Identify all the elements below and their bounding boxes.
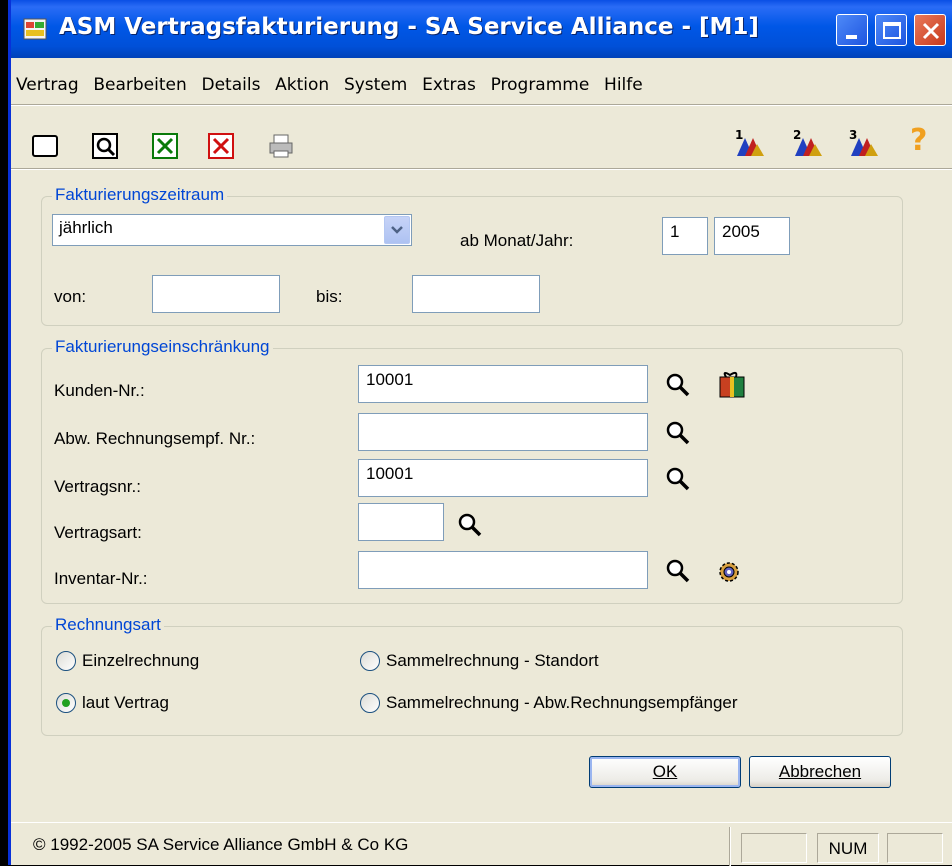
menu-extras[interactable]: Extras <box>417 70 481 100</box>
period-legend: Fakturierungszeitraum <box>52 185 228 205</box>
window-title: ASM Vertragsfakturierung - SA Service Al… <box>59 14 759 40</box>
vertragsnr-input[interactable]: 10001 <box>358 459 648 497</box>
radio-sammel-abw[interactable] <box>360 693 380 713</box>
menu-bearbeiten[interactable]: Bearbeiten <box>88 70 191 100</box>
svg-text:3: 3 <box>849 128 857 142</box>
menu-hilfe[interactable]: Hilfe <box>599 70 648 100</box>
svg-text:2: 2 <box>793 128 801 142</box>
kunden-label: Kunden-Nr.: <box>54 381 145 400</box>
menu-bar: Vertrag Bearbeiten Details Aktion System… <box>11 70 952 100</box>
chevron-down-icon[interactable] <box>384 216 410 244</box>
copyright-text: © 1992-2005 SA Service Alliance GmbH & C… <box>33 835 409 854</box>
ok-label: OK <box>652 762 678 781</box>
status-bar: © 1992-2005 SA Service Alliance GmbH & C… <box>11 822 952 866</box>
step2-icon[interactable]: 2 <box>791 126 825 160</box>
menu-vertrag[interactable]: Vertrag <box>11 70 84 100</box>
radio-laut-vertrag[interactable] <box>56 693 76 713</box>
bis-input[interactable] <box>412 275 540 313</box>
ok-button[interactable]: OK <box>589 756 741 788</box>
abw-input[interactable] <box>358 413 648 451</box>
einzelrechnung-label[interactable]: Einzelrechnung <box>82 651 199 671</box>
inventar-search-icon[interactable] <box>664 557 692 585</box>
preview-icon[interactable] <box>91 132 119 160</box>
vertragsnr-search-icon[interactable] <box>664 465 692 493</box>
customer-gift-icon[interactable] <box>718 369 746 398</box>
toolbar-divider <box>11 168 952 170</box>
cancel-label: Abbrechen <box>778 762 862 781</box>
status-panel-3 <box>887 833 943 863</box>
status-panel-1 <box>741 833 807 863</box>
period-group: Fakturierungszeitraum jährlich ab Monat/… <box>41 185 903 326</box>
cancel-button[interactable]: Abbrechen <box>749 756 891 788</box>
kunden-search-icon[interactable] <box>664 371 692 399</box>
bis-label: bis: <box>316 287 343 306</box>
excel-icon[interactable] <box>151 132 179 160</box>
app-icon <box>23 16 49 42</box>
vertragsnr-label: Vertragsnr.: <box>54 477 141 496</box>
vertragsart-search-icon[interactable] <box>456 511 484 539</box>
invoice-type-legend: Rechnungsart <box>52 615 164 635</box>
vertragsart-input[interactable] <box>358 503 444 541</box>
menu-programme[interactable]: Programme <box>486 70 595 100</box>
step3-icon[interactable]: 3 <box>847 126 881 160</box>
menu-aktion[interactable]: Aktion <box>270 70 334 100</box>
status-num: NUM <box>817 833 879 863</box>
radio-sammel-standort[interactable] <box>360 651 380 671</box>
help-icon[interactable]: ? <box>907 122 933 158</box>
year-input[interactable]: 2005 <box>714 217 790 255</box>
inventar-input[interactable] <box>358 551 648 589</box>
vertragsart-label: Vertragsart: <box>54 523 142 542</box>
kunden-input[interactable]: 10001 <box>358 365 648 403</box>
von-label: von: <box>54 287 87 306</box>
minimize-button[interactable] <box>836 14 868 46</box>
delete-icon[interactable] <box>207 132 235 160</box>
step1-icon[interactable]: 1 <box>733 126 767 160</box>
inventory-gear-icon[interactable] <box>716 559 744 587</box>
abw-search-icon[interactable] <box>664 419 692 447</box>
restriction-group: Fakturierungseinschränkung Kunden-Nr.: 1… <box>41 337 903 604</box>
ab-monat-jahr-label: ab Monat/Jahr: <box>460 231 574 250</box>
month-input[interactable]: 1 <box>662 217 708 255</box>
title-bar[interactable]: ASM Vertragsfakturierung - SA Service Al… <box>11 0 952 58</box>
maximize-button[interactable] <box>875 14 907 46</box>
sammel-standort-label[interactable]: Sammelrechnung - Standort <box>386 651 599 671</box>
restriction-legend: Fakturierungseinschränkung <box>52 337 273 357</box>
laut-vertrag-label[interactable]: laut Vertrag <box>82 693 169 713</box>
interval-select[interactable]: jährlich <box>52 214 412 246</box>
new-icon[interactable] <box>31 132 59 160</box>
invoice-type-group: Rechnungsart Einzelrechnung Sammelrechnu… <box>41 615 903 736</box>
status-divider <box>729 827 731 866</box>
print-icon[interactable] <box>267 132 295 160</box>
toolbar: 1 2 3 ? <box>11 120 952 160</box>
interval-value: jährlich <box>59 218 113 237</box>
menu-divider <box>11 104 952 106</box>
svg-text:1: 1 <box>735 128 743 142</box>
menu-details[interactable]: Details <box>197 70 266 100</box>
von-input[interactable] <box>152 275 280 313</box>
svg-text:?: ? <box>910 123 927 156</box>
menu-system[interactable]: System <box>339 70 412 100</box>
close-button[interactable] <box>914 14 946 46</box>
radio-einzelrechnung[interactable] <box>56 651 76 671</box>
sammel-abw-label[interactable]: Sammelrechnung - Abw.Rechnungsempfänger <box>386 693 738 713</box>
abw-label: Abw. Rechnungsempf. Nr.: <box>54 429 256 448</box>
inventar-label: Inventar-Nr.: <box>54 569 148 588</box>
main-window: ASM Vertragsfakturierung - SA Service Al… <box>8 0 952 866</box>
